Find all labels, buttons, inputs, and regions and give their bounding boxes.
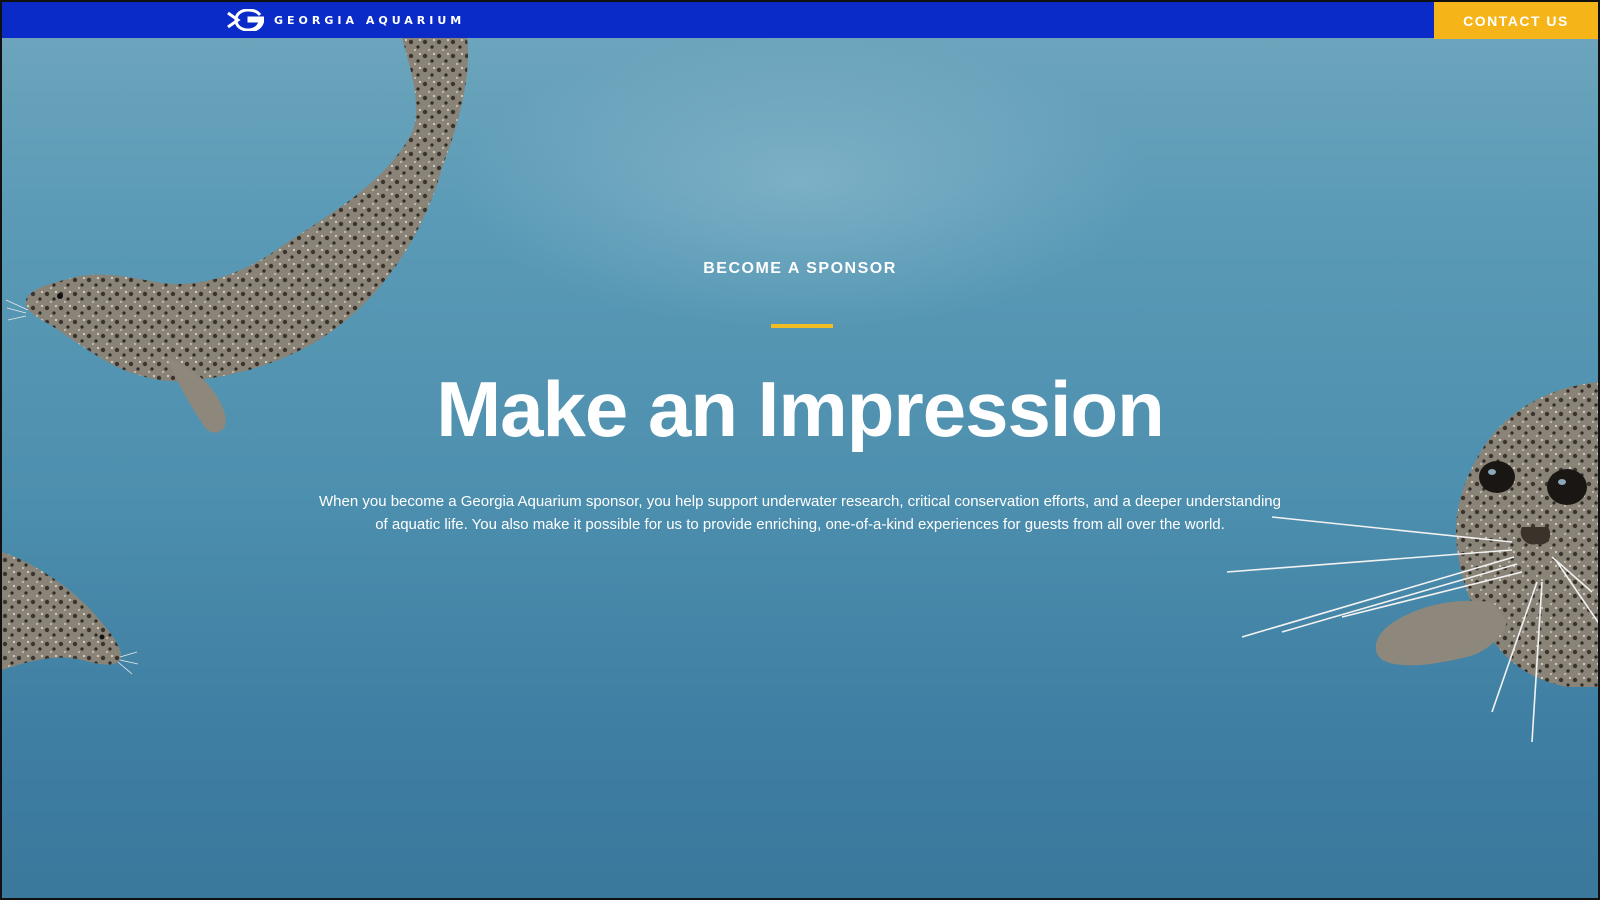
brand-logo[interactable]: GEORGIA AQUARIUM xyxy=(226,8,465,32)
water-light-glow xyxy=(452,32,1152,332)
seal-bottom-left-image xyxy=(2,552,139,675)
hero-headline: Make an Impression xyxy=(436,365,1165,453)
brand-name: GEORGIA AQUARIUM xyxy=(274,13,466,27)
accent-divider xyxy=(771,324,833,328)
top-navigation-bar: GEORGIA AQUARIUM xyxy=(2,2,1598,38)
hero-eyebrow: BECOME A SPONSOR xyxy=(703,260,897,277)
georgia-aquarium-g-logo-icon xyxy=(227,9,264,31)
contact-us-button[interactable]: CONTACT US xyxy=(1434,2,1598,39)
page-frame: GEORGIA AQUARIUM CONTACT US BECOME A SPO… xyxy=(0,0,1600,900)
hero-body-text: When you become a Georgia Aquarium spons… xyxy=(319,493,1281,533)
